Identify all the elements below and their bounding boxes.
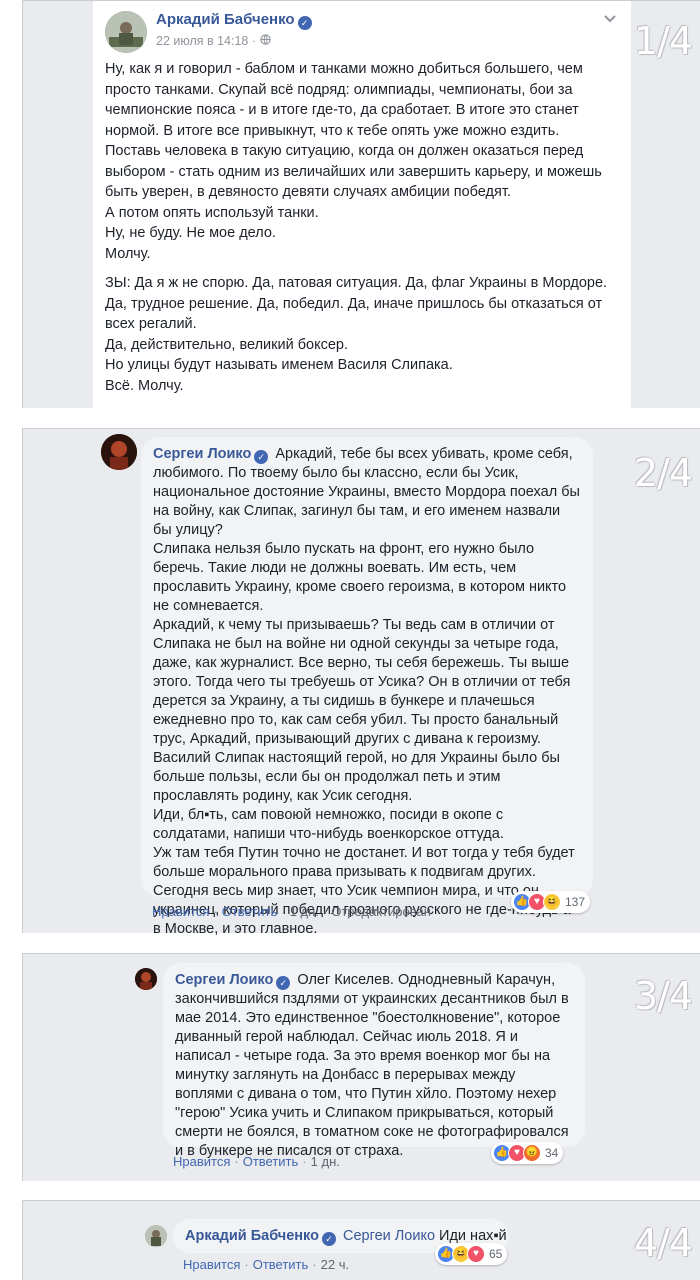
- avatar-photo-icon: [105, 11, 147, 53]
- verified-badge-icon: ✓: [276, 976, 291, 990]
- comment-text: Аркадий, к чему ты призываешь? Ты ведь с…: [153, 617, 571, 804]
- reply-button[interactable]: Ответить: [243, 1154, 299, 1169]
- author-name[interactable]: Аркадий Бабченко: [156, 11, 295, 28]
- avatar-photo-icon: [101, 434, 137, 470]
- like-button[interactable]: Нравится: [173, 1154, 230, 1169]
- comment-text: Олег Киселев. Однодневный Карачун, закон…: [175, 972, 569, 1159]
- globe-icon: [259, 34, 271, 48]
- commenter-name[interactable]: Сергеи Лоико: [153, 446, 251, 462]
- reply-button[interactable]: Ответить: [222, 904, 278, 919]
- avatar[interactable]: [135, 968, 157, 990]
- avatar[interactable]: [145, 1225, 167, 1247]
- post-paragraph: Молчу.: [105, 245, 151, 262]
- verified-badge-icon: ✓: [321, 1232, 336, 1246]
- chevron-down-icon[interactable]: [603, 11, 617, 29]
- post-paragraph: ЗЫ: Да я ж не спорю. Да, патовая ситуаци…: [105, 275, 608, 332]
- mention-link[interactable]: Сергеи Лоико: [343, 1228, 435, 1244]
- love-reaction-icon: ♥: [467, 1245, 485, 1263]
- comment-timestamp[interactable]: 1 дн.: [290, 904, 319, 919]
- comment-actions: Нравится · Ответить · 22 ч.: [183, 1257, 350, 1272]
- comment-text: Иди, бл▪ть, сам повоюй немножко, посиди …: [153, 807, 504, 842]
- post-paragraph: Всё. Молчу.: [105, 377, 184, 394]
- post-panel: 1/4 Аркадий Бабченко ✓ 22 июля в 14:18 · …: [22, 0, 700, 409]
- reaction-summary[interactable]: 👍 ♥ 😠 34: [491, 1142, 564, 1164]
- avatar-photo-icon: [145, 1225, 167, 1247]
- post-body: Ну, как я и говорил - баблом и танками м…: [105, 59, 625, 396]
- post-paragraph: Ну, как я и говорил - баблом и танками м…: [105, 61, 583, 139]
- commenter-name[interactable]: Сергеи Лоико: [175, 972, 273, 988]
- commenter-name[interactable]: Аркадий Бабченко: [185, 1228, 319, 1244]
- page-number: 2/4: [633, 451, 693, 495]
- comment-actions: Нравится · Ответить · 1 дн. · Отредактирован: [152, 904, 431, 919]
- avatar[interactable]: [101, 434, 137, 470]
- comment-text: Иди нах▪й: [439, 1228, 507, 1244]
- post-meta: 22 июля в 14:18 ·: [156, 34, 271, 48]
- comment-bubble: Сергеи Лоико ✓ Аркадий, тебе бы всех убив…: [141, 437, 593, 937]
- avatar[interactable]: [105, 11, 147, 53]
- edited-label[interactable]: Отредактирован: [331, 904, 431, 919]
- page-number: 1/4: [633, 19, 693, 63]
- reaction-count: 65: [489, 1247, 503, 1261]
- post-paragraph: Но улицы будут называть именем Василя Сл…: [105, 357, 453, 373]
- haha-reaction-icon: 😆: [543, 893, 561, 911]
- like-button[interactable]: Нравится: [152, 904, 209, 919]
- comment-text: Слипака нельзя было пускать на фронт, ег…: [153, 541, 567, 614]
- page-number: 3/4: [633, 974, 693, 1018]
- verified-badge-icon: ✓: [254, 450, 269, 464]
- reaction-summary[interactable]: 👍 ♥ 😆 137: [511, 891, 591, 913]
- angry-reaction-icon: 😠: [523, 1144, 541, 1162]
- post-timestamp[interactable]: 22 июля в 14:18: [156, 34, 248, 48]
- comment-actions: Нравится · Ответить · 1 дн.: [173, 1154, 340, 1169]
- post-paragraph: Поставь человека в такую ситуацию, когда…: [105, 143, 602, 200]
- post-paragraph: Ну, не буду. Не мое дело.: [105, 225, 276, 241]
- page-number: 4/4: [633, 1221, 693, 1265]
- reply-button[interactable]: Ответить: [253, 1257, 309, 1272]
- reaction-count: 137: [565, 895, 586, 909]
- like-button[interactable]: Нравится: [183, 1257, 240, 1272]
- reaction-count: 34: [545, 1146, 559, 1160]
- post-paragraph: Да, действительно, великий боксер.: [105, 336, 349, 353]
- comment-timestamp[interactable]: 22 ч.: [321, 1257, 349, 1272]
- comment-panel: 4/4 Аркадий Бабченко ✓ Сергеи Лоико Иди н…: [22, 1200, 700, 1280]
- comment-bubble: Сергеи Лоико ✓ Олег Киселев. Однодневный …: [163, 963, 585, 1159]
- avatar-photo-icon: [135, 968, 157, 990]
- post-header: Аркадий Бабченко ✓: [156, 11, 315, 30]
- comment-panel: 3/4 Сергеи Лоико ✓ Олег Киселев. Одноднев…: [22, 953, 700, 1181]
- comment-timestamp[interactable]: 1 дн.: [311, 1154, 340, 1169]
- reaction-summary[interactable]: 👍 😆 ♥ 65: [435, 1243, 508, 1265]
- verified-badge-icon: ✓: [297, 16, 312, 30]
- comment-text: Уж там тебя Путин точно не достанет. И в…: [153, 845, 575, 880]
- comment-panel: 2/4 Сергеи Лоико ✓ Аркадий, тебе бы всех …: [22, 428, 700, 937]
- post-paragraph: А потом опять используй танки.: [105, 204, 319, 221]
